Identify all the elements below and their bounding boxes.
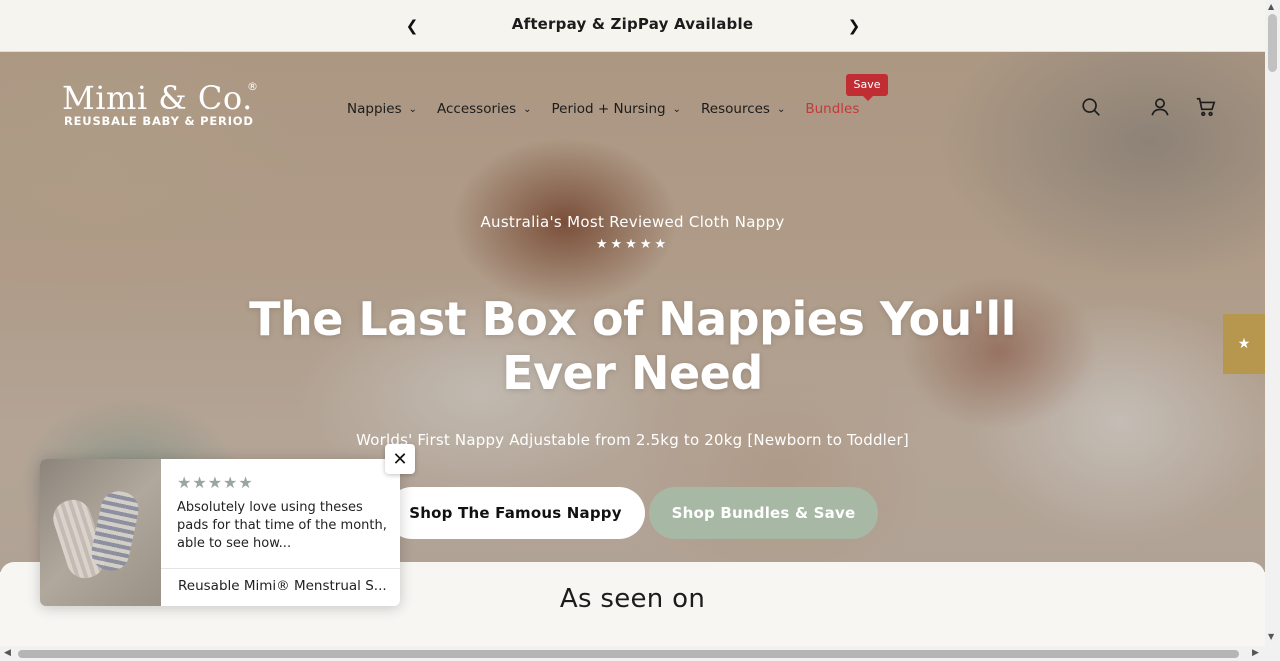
- announcement-bar: ❮ Afterpay & ZipPay Available ❯: [0, 0, 1265, 52]
- close-icon[interactable]: ✕: [385, 444, 415, 474]
- hero-headline: The Last Box of Nappies You'll Ever Need: [0, 292, 1265, 400]
- hero-stars: ★★★★★: [595, 237, 670, 252]
- nav-item-label: Accessories: [437, 101, 517, 117]
- save-badge: Save: [846, 74, 888, 101]
- logo-registered: ®: [247, 80, 258, 93]
- nav-item-label: Nappies: [347, 101, 402, 117]
- horizontal-scrollbar[interactable]: ◀ ▶: [0, 646, 1265, 661]
- chevron-down-icon: ⌄: [672, 103, 682, 115]
- hero-subline: Worlds' First Nappy Adjustable from 2.5k…: [356, 431, 909, 449]
- search-icon[interactable]: [1080, 96, 1102, 118]
- site-header: Mimi & Co. ® REUSBALE BABY & PERIOD Napp…: [0, 52, 1265, 162]
- horizontal-scroll-thumb[interactable]: [18, 650, 1239, 658]
- product-thumbnail: [40, 459, 161, 606]
- vertical-scroll-thumb[interactable]: [1268, 14, 1277, 72]
- nav-item-period-nursing[interactable]: Period + Nursing ⌄: [552, 101, 682, 117]
- nav-item-bundles[interactable]: Bundles: [805, 101, 859, 117]
- pad-image-2: [88, 487, 142, 575]
- logo[interactable]: Mimi & Co. ® REUSBALE BABY & PERIOD: [62, 79, 258, 128]
- chevron-down-icon: ⌄: [408, 103, 417, 115]
- nav-item-accessories[interactable]: Accessories ⌄: [437, 101, 532, 117]
- vertical-scrollbar[interactable]: ▲ ▼: [1265, 0, 1280, 646]
- chevron-right-icon[interactable]: ❯: [844, 16, 864, 36]
- review-product-name[interactable]: Reusable Mimi® Menstrual S...: [178, 578, 388, 594]
- announcement-text: Afterpay & ZipPay Available: [511, 15, 754, 33]
- hero-headline-line1: The Last Box of Nappies You'll: [249, 292, 1016, 346]
- shop-nappy-button[interactable]: Shop The Famous Nappy: [386, 487, 645, 539]
- cart-icon[interactable]: [1195, 96, 1217, 118]
- nav-item-label: Bundles: [805, 101, 860, 117]
- logo-tagline: REUSBALE BABY & PERIOD: [64, 114, 254, 128]
- reviews-tab[interactable]: ★: [1223, 314, 1265, 374]
- account-icon[interactable]: [1149, 96, 1171, 118]
- logo-name: Mimi & Co.: [62, 79, 253, 117]
- divider: [161, 568, 400, 569]
- shop-bundles-button[interactable]: Shop Bundles & Save: [649, 487, 878, 539]
- nav-item-label: Resources: [701, 101, 770, 117]
- nav-item-label: Period + Nursing: [551, 101, 666, 117]
- hero-eyebrow: Australia's Most Reviewed Cloth Nappy: [480, 213, 785, 231]
- scroll-right-icon[interactable]: ▶: [1252, 648, 1259, 658]
- review-stars: ★★★★★: [177, 473, 254, 492]
- chevron-down-icon: ⌄: [523, 103, 532, 115]
- review-text: Absolutely love using theses pads for th…: [177, 500, 387, 551]
- review-popup[interactable]: ★★★★★ Absolutely love using theses pads …: [40, 459, 400, 606]
- scroll-left-icon[interactable]: ◀: [4, 648, 11, 658]
- chevron-down-icon: ⌄: [776, 103, 786, 115]
- scrollbar-corner: [1265, 646, 1280, 661]
- main-nav: Nappies ⌄ Accessories ⌄ Period + Nursing…: [347, 101, 879, 117]
- nav-item-resources[interactable]: Resources ⌄: [701, 101, 785, 117]
- scroll-up-icon[interactable]: ▲: [1268, 2, 1274, 11]
- hero-headline-line2: Ever Need: [502, 346, 763, 400]
- star-icon: ★: [1237, 336, 1251, 352]
- nav-item-nappies[interactable]: Nappies ⌄: [347, 101, 417, 117]
- scroll-down-icon[interactable]: ▼: [1268, 632, 1274, 641]
